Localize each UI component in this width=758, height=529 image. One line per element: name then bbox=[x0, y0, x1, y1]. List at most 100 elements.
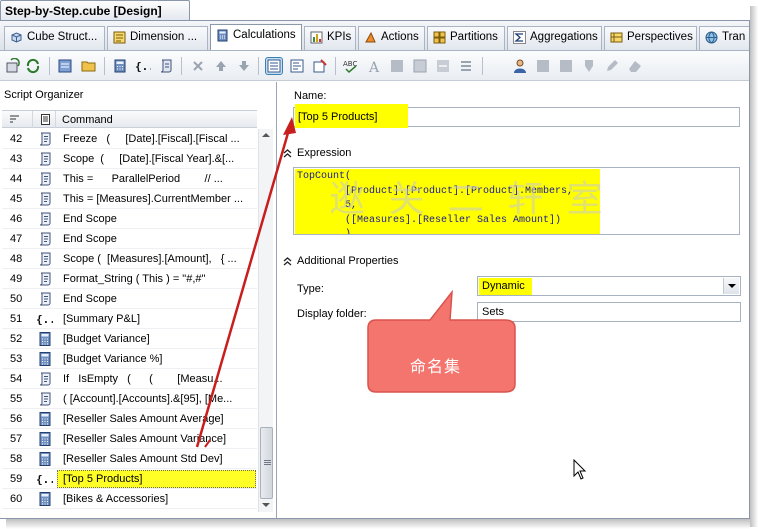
display-folder-value: Sets bbox=[482, 306, 505, 318]
eraser-icon[interactable] bbox=[627, 58, 643, 74]
tab-partitions[interactable]: Partitions bbox=[427, 26, 505, 50]
command-text: [Reseller Sales Amount Variance] bbox=[63, 433, 227, 445]
row-number: 55 bbox=[10, 393, 23, 405]
templates-icon[interactable] bbox=[312, 58, 328, 74]
script-command-row[interactable]: 57 [Reseller Sales Amount Variance] bbox=[2, 429, 257, 449]
display-folder-field[interactable]: Sets bbox=[477, 302, 741, 322]
row-number: 46 bbox=[10, 213, 23, 225]
script-command-row[interactable]: 52 [Budget Variance] bbox=[2, 329, 257, 349]
pencil-icon[interactable] bbox=[604, 58, 620, 74]
script-organizer-list: 42 Freeze ( [Date].[Fiscal].[Fiscal ... 43… bbox=[2, 129, 257, 509]
script-command-row[interactable]: 43 Scope ( [Date].[Fiscal Year].&[... bbox=[2, 149, 257, 169]
move-up-icon[interactable] bbox=[213, 58, 229, 74]
expression-label: Expression bbox=[297, 147, 352, 159]
spell-check-icon[interactable]: ABC bbox=[343, 58, 359, 74]
process-icon[interactable] bbox=[5, 58, 21, 74]
scroll-up-arrow-icon[interactable] bbox=[262, 133, 270, 137]
tab-label: Perspectives bbox=[627, 31, 693, 43]
script-command-row[interactable]: 51 {..} [Summary P&L] bbox=[2, 309, 257, 329]
toolbar-separator bbox=[181, 57, 182, 75]
tab-kpis[interactable]: KPIs bbox=[304, 26, 356, 50]
row-number: 59 bbox=[10, 473, 23, 485]
script-command-row[interactable]: 53 [Budget Variance %] bbox=[2, 349, 257, 369]
script-command-row[interactable]: 54 If IsEmpty ( ( [Measu... bbox=[2, 369, 257, 389]
row-number: 54 bbox=[10, 373, 23, 385]
script-command-row[interactable]: 50 End Scope bbox=[2, 289, 257, 309]
scroll-thumb[interactable] bbox=[260, 427, 273, 499]
script-command-row[interactable]: 42 Freeze ( [Date].[Fiscal].[Fiscal ... bbox=[2, 129, 257, 149]
name-field[interactable]: [Top 5 Products] bbox=[293, 104, 740, 128]
align-icon[interactable] bbox=[458, 58, 474, 74]
grid-icon[interactable] bbox=[558, 58, 574, 74]
script-command-row[interactable]: 47 End Scope bbox=[2, 229, 257, 249]
window-shadow bbox=[750, 6, 758, 527]
script-icon bbox=[37, 171, 53, 187]
background-color-icon[interactable] bbox=[389, 58, 405, 74]
collapse-chevron-icon[interactable] bbox=[282, 256, 293, 267]
globe-icon bbox=[705, 31, 718, 44]
type-label: Type: bbox=[297, 283, 324, 295]
row-number: 50 bbox=[10, 293, 23, 305]
document-tab[interactable]: Step-by-Step.cube [Design] bbox=[0, 0, 190, 20]
font-icon[interactable]: A bbox=[366, 58, 382, 74]
new-calculated-member-icon[interactable] bbox=[57, 58, 73, 74]
sort-icon[interactable] bbox=[9, 114, 20, 125]
actions-icon bbox=[365, 31, 376, 43]
scroll-down-arrow-icon[interactable] bbox=[262, 503, 270, 507]
user-icon[interactable] bbox=[512, 58, 528, 74]
reconnect-icon[interactable] bbox=[25, 58, 41, 74]
script-command-row[interactable]: 58 [Reseller Sales Amount Std Dev] bbox=[2, 449, 257, 469]
command-text: Freeze ( [Date].[Fiscal].[Fiscal ... bbox=[63, 133, 240, 145]
tab-actions[interactable]: Actions bbox=[358, 26, 425, 50]
script-command-row[interactable]: 59 {..} [Top 5 Products] bbox=[2, 469, 257, 489]
row-number: 60 bbox=[10, 493, 23, 505]
calculated-member-icon bbox=[37, 451, 53, 467]
svg-text:{..}: {..} bbox=[37, 473, 53, 486]
script-command-row[interactable]: 48 Scope ( [Measures].[Amount], { ... bbox=[2, 249, 257, 269]
pin-icon[interactable] bbox=[581, 58, 597, 74]
tab-calculations[interactable]: Calculations bbox=[210, 24, 302, 50]
new-script-command-icon[interactable] bbox=[158, 58, 174, 74]
grid-icon[interactable] bbox=[535, 58, 551, 74]
new-named-set-icon[interactable]: {..} bbox=[135, 58, 151, 74]
svg-text:A: A bbox=[368, 60, 380, 74]
script-organizer-scrollbar[interactable] bbox=[258, 129, 273, 512]
script-command-row[interactable]: 49 Format_String ( This ) = "#,#" bbox=[2, 269, 257, 289]
perspectives-icon bbox=[610, 32, 623, 43]
expression-scrollbar[interactable] bbox=[727, 168, 739, 234]
script-command-row[interactable]: 55 ( [Account].[Accounts].&[95], [Me... bbox=[2, 389, 257, 409]
dropdown-button[interactable] bbox=[723, 278, 739, 294]
script-view-icon[interactable] bbox=[289, 58, 305, 74]
tab-label: Tran bbox=[722, 31, 746, 43]
expression-line: ) bbox=[297, 229, 352, 235]
toolbar-separator bbox=[104, 57, 105, 75]
script-command-row[interactable]: 46 End Scope bbox=[2, 209, 257, 229]
named-set-icon: {..} bbox=[36, 311, 63, 327]
grip-line bbox=[264, 464, 271, 465]
callout-label: 命名集 bbox=[410, 357, 462, 376]
display-folder-label: Display folder: bbox=[297, 308, 367, 320]
script-command-row[interactable]: 60 [Bikes & Accessories] bbox=[2, 489, 257, 509]
sigma-icon bbox=[513, 31, 526, 44]
tab-perspectives[interactable]: Perspectives bbox=[604, 26, 697, 50]
script-command-row[interactable]: 45 This = [Measures].CurrentMember ... bbox=[2, 189, 257, 209]
tab-translations[interactable]: Tran bbox=[699, 26, 750, 50]
script-command-row[interactable]: 56 [Reseller Sales Amount Average] bbox=[2, 409, 257, 429]
new-calculated-member-icon[interactable] bbox=[112, 58, 128, 74]
delete-icon[interactable] bbox=[190, 58, 206, 74]
folder-icon[interactable] bbox=[81, 58, 97, 74]
type-value: Dynamic bbox=[482, 280, 525, 292]
tab-aggregations[interactable]: Aggregations bbox=[507, 26, 602, 50]
collapse-chevron-icon[interactable] bbox=[282, 148, 293, 159]
window-shadow bbox=[6, 519, 750, 529]
tab-dimension-usage[interactable]: Dimension ... bbox=[107, 26, 208, 50]
script-command-row[interactable]: 44 This = ParallelPeriod // ... bbox=[2, 169, 257, 189]
border-icon[interactable] bbox=[412, 58, 428, 74]
format-icon[interactable] bbox=[435, 58, 451, 74]
additional-properties-label: Additional Properties bbox=[297, 255, 399, 267]
script-icon bbox=[37, 371, 53, 387]
form-view-icon[interactable] bbox=[265, 57, 283, 75]
type-dropdown[interactable]: Dynamic bbox=[477, 276, 741, 296]
tab-cube-structure[interactable]: Cube Struct... bbox=[4, 26, 105, 50]
move-down-icon[interactable] bbox=[236, 58, 252, 74]
